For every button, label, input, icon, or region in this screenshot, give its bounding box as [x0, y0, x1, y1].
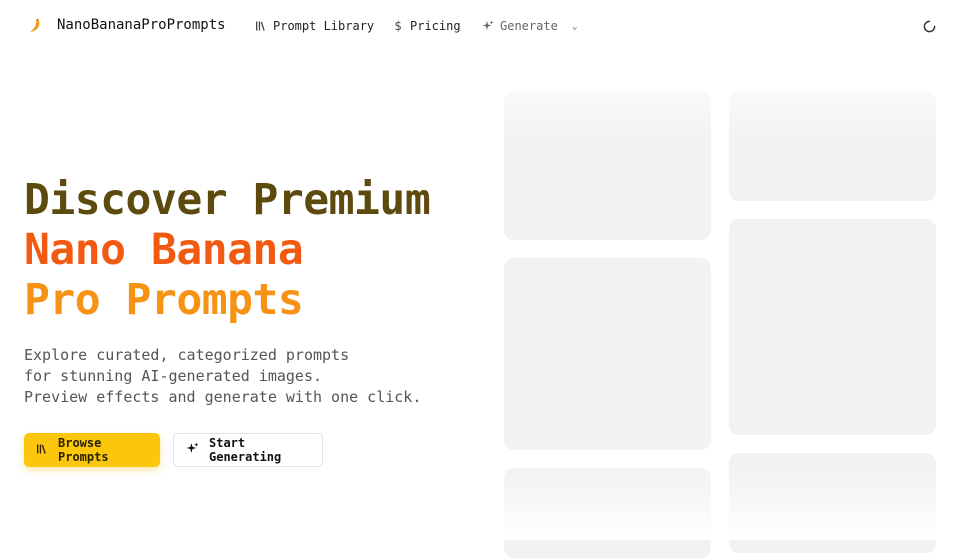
prompt-card-placeholder	[504, 468, 711, 558]
prompt-card-placeholder	[729, 219, 936, 435]
start-generating-label: Start Generating	[209, 436, 282, 464]
hero-subtitle-line-1: Explore curated, categorized prompts	[24, 346, 350, 364]
library-icon	[255, 20, 267, 32]
hero-subtitle: Explore curated, categorized prompts for…	[24, 345, 421, 408]
nav-prompt-library[interactable]: Prompt Library	[255, 19, 374, 33]
hero-title-line-3: Pro Prompts	[24, 275, 304, 325]
sparkles-icon	[482, 20, 494, 32]
start-generating-button[interactable]: Start Generating	[173, 433, 323, 467]
prompt-card-placeholder	[729, 453, 936, 553]
hero-title-line-1: Discover Premium	[24, 175, 431, 225]
dollar-icon: $	[394, 19, 402, 33]
browse-prompts-button[interactable]: Browse Prompts	[24, 433, 160, 467]
hero-title-line-2: Nano Banana	[24, 225, 304, 275]
prompt-card-placeholder	[504, 92, 711, 240]
brand-name[interactable]: NanoBananaProPrompts	[57, 17, 226, 33]
nav-pricing-label: Pricing	[410, 19, 461, 33]
prompt-card-placeholder	[504, 258, 711, 450]
library-icon	[36, 443, 48, 458]
nav-pricing[interactable]: $ Pricing	[392, 19, 461, 33]
nav-generate-dropdown[interactable]: Generate ⌄	[482, 19, 578, 33]
browse-prompts-label: Browse Prompts	[58, 436, 109, 464]
top-navbar: NanoBananaProPrompts Prompt Library $ Pr…	[0, 0, 960, 54]
sparkles-icon	[186, 442, 199, 458]
nav-prompt-library-label: Prompt Library	[273, 19, 375, 33]
hero-title: Discover Premium Nano Banana Pro Prompts	[24, 175, 431, 325]
hero-subtitle-line-3: Preview effects and generate with one cl…	[24, 388, 422, 406]
banana-logo-icon[interactable]	[27, 18, 43, 34]
chevron-down-icon: ⌄	[571, 20, 578, 32]
nav-generate-label: Generate	[500, 19, 558, 33]
hero-subtitle-line-2: for stunning AI-generated images.	[24, 367, 323, 385]
loading-icon[interactable]	[923, 20, 936, 33]
prompt-card-placeholder	[729, 92, 936, 201]
